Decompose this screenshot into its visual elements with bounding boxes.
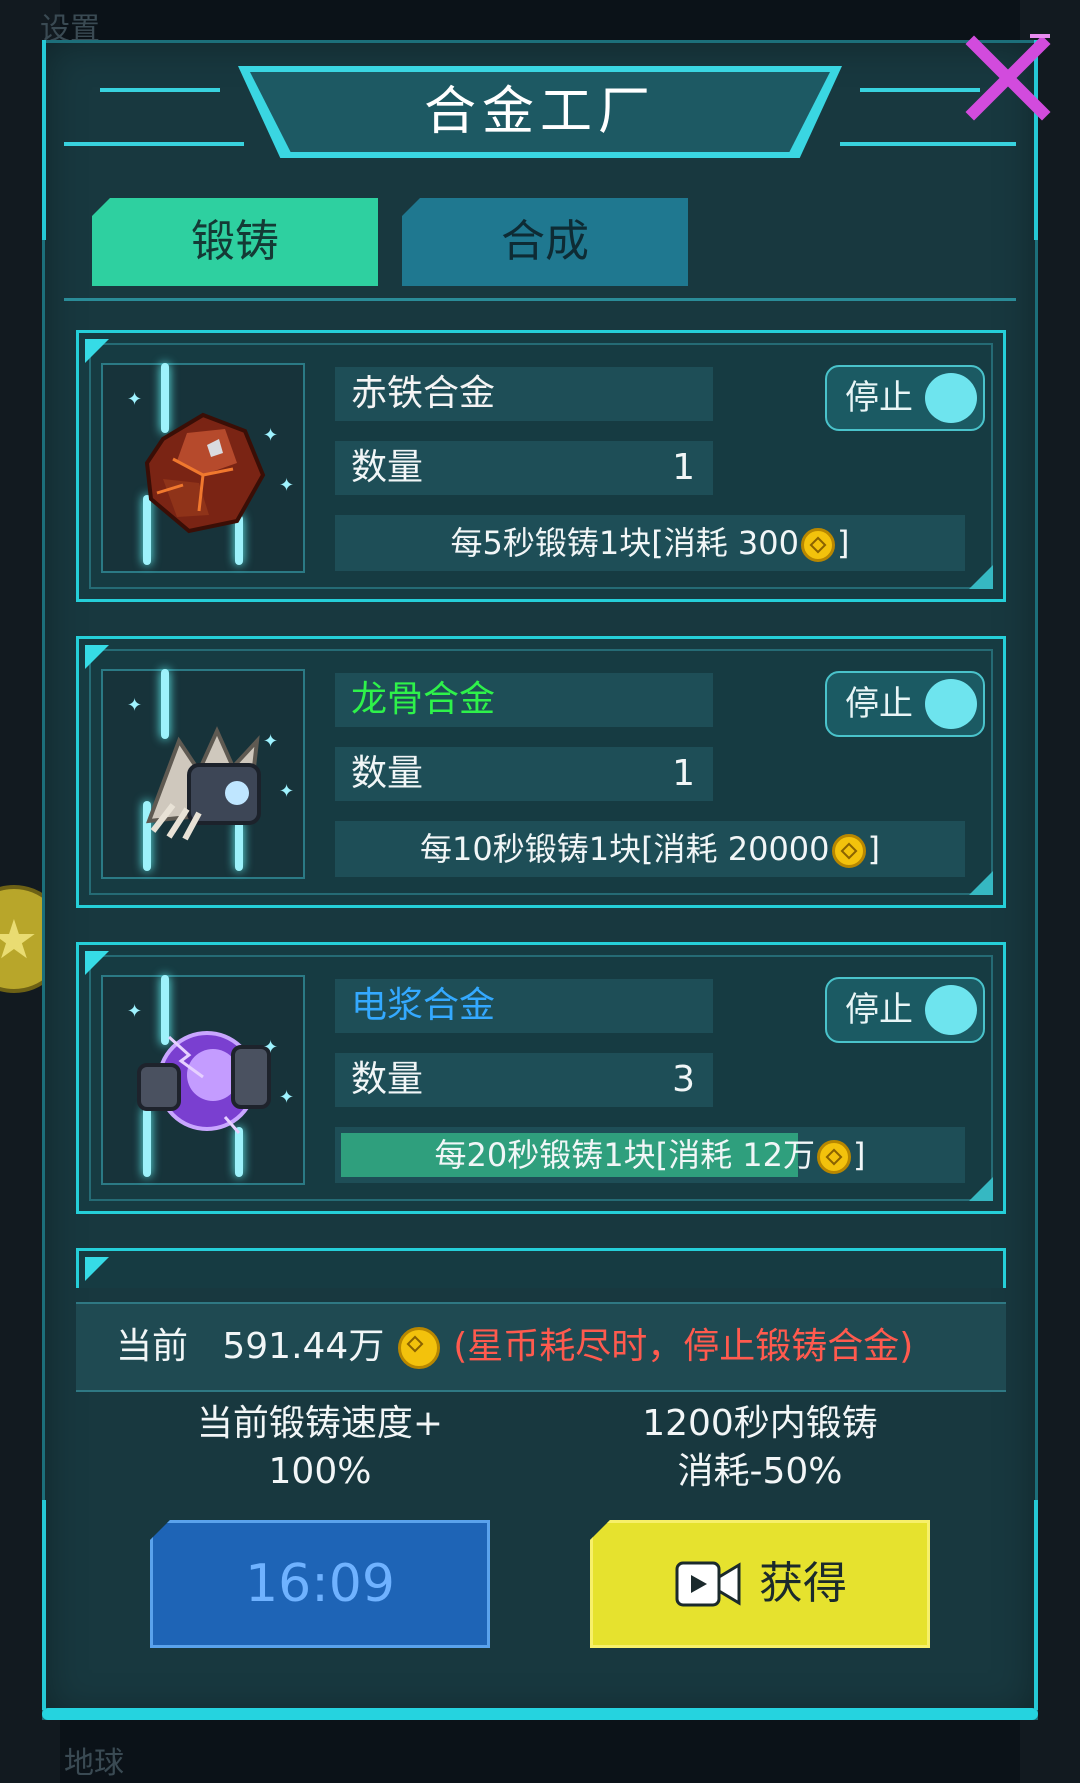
forge-rate: 每5秒锻铸1块[消耗 300] bbox=[335, 515, 965, 571]
quantity-label: 数量 bbox=[351, 1059, 424, 1100]
forge-rate-text: 每10秒锻铸1块[消耗 20000 bbox=[419, 830, 830, 868]
quantity-value: 1 bbox=[672, 753, 695, 794]
quantity-value: 1 bbox=[672, 447, 695, 488]
balance-label: 当前 bbox=[116, 1326, 189, 1367]
speed-boost-line2: 100% bbox=[268, 1451, 372, 1492]
forge-rate-suffix: ] bbox=[836, 524, 850, 562]
toggle-knob bbox=[925, 985, 977, 1035]
star-coin-icon bbox=[831, 834, 866, 868]
balance-amount: 591.44万 bbox=[222, 1326, 385, 1367]
cost-boost-line2: 消耗-50% bbox=[677, 1451, 843, 1492]
video-camera-icon bbox=[675, 1561, 741, 1607]
forge-rate: 每20秒锻铸1块[消耗 12万] bbox=[335, 1127, 965, 1183]
alloy-card: ✦ ✦ ✦ 龙骨合金 数量 1 每10秒锻铸1块[消耗 20000] 停止 bbox=[76, 636, 1006, 908]
forge-rate-text: 每5秒锻铸1块[消耗 300 bbox=[450, 524, 799, 562]
quantity-field: 数量 1 bbox=[335, 441, 713, 495]
forge-rate-suffix: ] bbox=[867, 830, 881, 868]
background-earth-label: 地球 bbox=[64, 1746, 124, 1781]
alloy-name: 龙骨合金 bbox=[335, 673, 713, 727]
quantity-label: 数量 bbox=[351, 447, 424, 488]
cost-boost-line1: 1200秒内锻铸 bbox=[642, 1403, 878, 1444]
close-icon[interactable] bbox=[960, 30, 1056, 126]
stop-toggle-label: 停止 bbox=[845, 684, 913, 724]
forge-rate-text: 每20秒锻铸1块[消耗 12万 bbox=[434, 1136, 815, 1174]
card-corner bbox=[85, 951, 109, 975]
quantity-field: 数量 1 bbox=[335, 747, 713, 801]
quantity-label: 数量 bbox=[351, 753, 424, 794]
alloy-icon-frame: ✦ ✦ ✦ bbox=[101, 975, 305, 1185]
star-coin-icon bbox=[397, 1327, 440, 1369]
page-title: 合金工厂 bbox=[423, 82, 656, 142]
speed-boost-info: 当前锻铸速度+ 100% bbox=[150, 1400, 490, 1496]
forge-rate: 每10秒锻铸1块[消耗 20000] bbox=[335, 821, 965, 877]
card-corner bbox=[85, 1257, 109, 1281]
stop-toggle-label: 停止 bbox=[845, 378, 913, 418]
stop-toggle[interactable]: 停止 bbox=[825, 977, 985, 1043]
panel-edge bbox=[42, 1500, 46, 1710]
alloy-name: 电浆合金 bbox=[335, 979, 713, 1033]
stop-toggle-label: 停止 bbox=[845, 990, 913, 1030]
card-corner bbox=[969, 565, 993, 589]
card-corner bbox=[969, 1177, 993, 1201]
watch-video-get-button[interactable]: 获得 bbox=[590, 1520, 930, 1648]
title-decoration bbox=[100, 88, 220, 92]
star-coin-icon bbox=[800, 528, 835, 562]
get-button-label: 获得 bbox=[759, 1558, 847, 1609]
toggle-knob bbox=[925, 373, 977, 423]
toggle-knob bbox=[925, 679, 977, 729]
panel-edge bbox=[1034, 1500, 1038, 1710]
balance-warning: (星币耗尽时，停止锻铸合金) bbox=[453, 1326, 914, 1367]
dragon-bone-icon bbox=[145, 726, 261, 841]
cost-boost-info: 1200秒内锻铸 消耗-50% bbox=[590, 1400, 930, 1496]
alloy-card: ✦ ✦ ✦ 电浆合金 数量 3 每20秒锻铸1块[消耗 12万] 停止 bbox=[76, 942, 1006, 1214]
alloy-icon-frame: ✦ ✦ ✦ bbox=[101, 363, 305, 573]
tab-synth[interactable]: 合成 bbox=[402, 198, 688, 286]
star-coin-icon bbox=[816, 1140, 851, 1174]
quantity-value: 3 bbox=[672, 1059, 695, 1100]
card-corner bbox=[969, 871, 993, 895]
card-corner bbox=[85, 339, 109, 363]
red-iron-ore-icon bbox=[144, 412, 266, 534]
plasma-orb-icon bbox=[137, 1031, 271, 1134]
quantity-field: 数量 3 bbox=[335, 1053, 713, 1107]
balance-status: 当前 591.44万 (星币耗尽时，停止锻铸合金) bbox=[76, 1302, 1006, 1392]
alloy-icon-frame: ✦ ✦ ✦ bbox=[101, 669, 305, 879]
card-corner bbox=[85, 645, 109, 669]
speed-boost-line1: 当前锻铸速度+ bbox=[196, 1403, 444, 1444]
boost-timer: 16:09 bbox=[245, 1554, 395, 1614]
alloy-card: ✦ ✦ ✦ 赤铁合金 数量 1 每5秒锻铸1块[消耗 300] 停止 bbox=[76, 330, 1006, 602]
forge-rate-suffix: ] bbox=[852, 1136, 866, 1174]
alloy-card-partial bbox=[76, 1248, 1006, 1288]
panel-edge bbox=[42, 40, 46, 240]
panel-bottom-bar bbox=[42, 1708, 1038, 1720]
tab-forge[interactable]: 锻铸 bbox=[92, 198, 378, 286]
alloy-name: 赤铁合金 bbox=[335, 367, 713, 421]
stop-toggle[interactable]: 停止 bbox=[825, 365, 985, 431]
tab-divider bbox=[64, 298, 1016, 301]
title-decoration bbox=[64, 142, 244, 146]
title-decoration bbox=[840, 142, 1016, 146]
stop-toggle[interactable]: 停止 bbox=[825, 671, 985, 737]
speed-boost-timer-button[interactable]: 16:09 bbox=[150, 1520, 490, 1648]
